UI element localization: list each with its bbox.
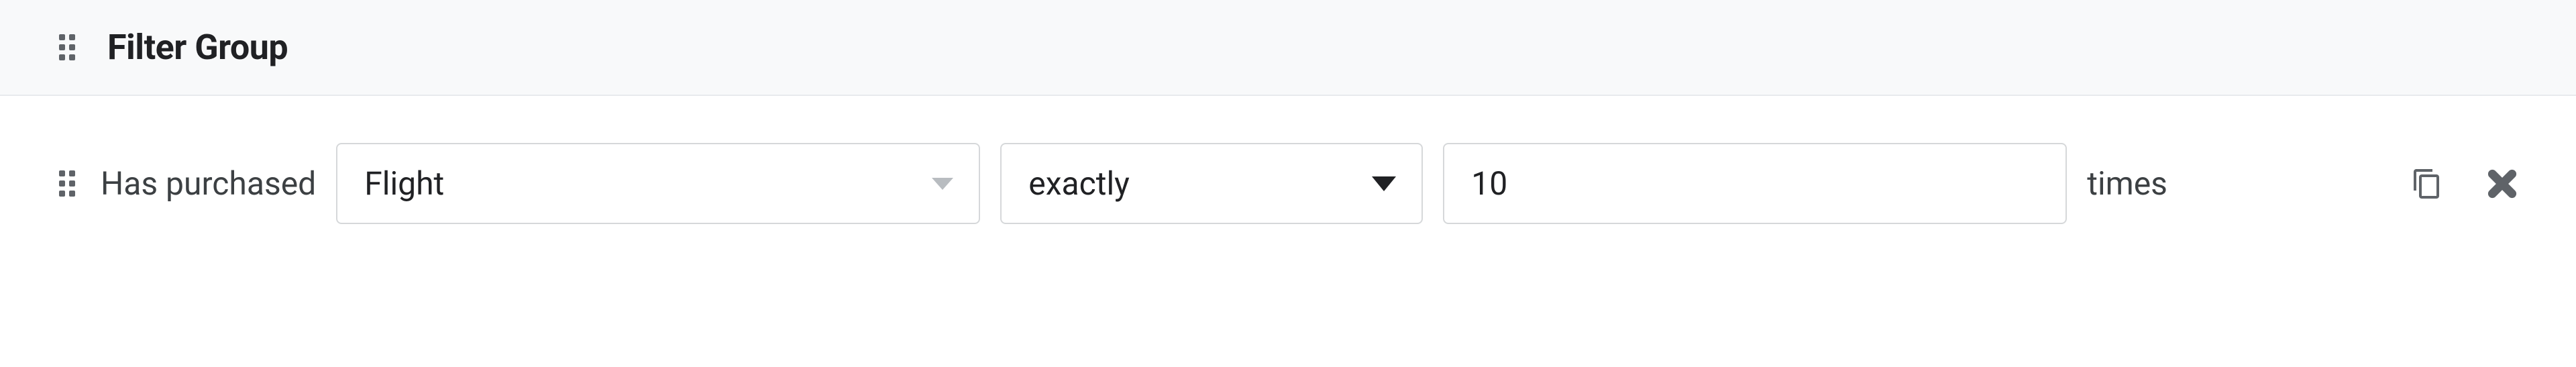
operator-select[interactable]: exactly	[1000, 143, 1423, 224]
filter-prefix-label: Has purchased	[101, 164, 316, 203]
remove-button[interactable]	[2482, 164, 2522, 204]
filter-group-header: Filter Group	[0, 0, 2576, 96]
copy-icon	[2411, 168, 2443, 200]
drag-handle-icon[interactable]	[54, 170, 80, 197]
filter-condition-row: Has purchased Flight exactly times	[0, 96, 2576, 251]
drag-handle-icon[interactable]	[54, 34, 80, 61]
product-select-wrapper: Flight	[336, 143, 980, 224]
count-input[interactable]	[1443, 143, 2067, 224]
row-actions	[2406, 162, 2522, 205]
filter-group-title: Filter Group	[107, 27, 288, 68]
duplicate-button[interactable]	[2406, 162, 2449, 205]
product-select[interactable]: Flight	[336, 143, 980, 224]
operator-select-wrapper: exactly	[1000, 143, 1423, 224]
filter-suffix-label: times	[2087, 164, 2167, 203]
close-icon	[2487, 169, 2517, 199]
